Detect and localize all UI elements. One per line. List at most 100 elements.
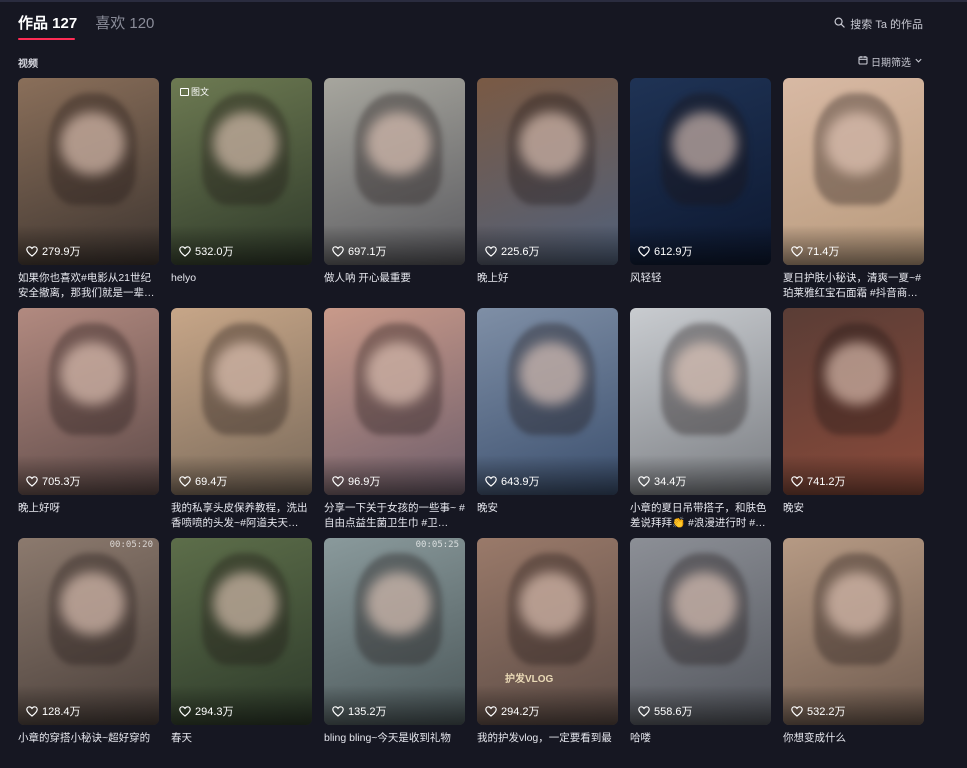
section-title: 视频 [18, 59, 38, 70]
video-card[interactable]: 225.6万晚上好 [477, 78, 618, 301]
video-thumbnail[interactable]: 图文 532.0万 [171, 78, 312, 265]
thumbnail-face [825, 341, 891, 406]
video-thumbnail[interactable]: 697.1万 [324, 78, 465, 265]
thumbnail-face [60, 341, 126, 406]
video-card[interactable]: 294.3万春天 [171, 538, 312, 761]
video-caption[interactable]: 如果你也喜欢#电影从21世纪安全撤离，那我们就是一辈… [18, 271, 159, 301]
video-thumbnail[interactable]: 643.9万 [477, 308, 618, 495]
video-card[interactable]: 532.2万你想变成什么 [783, 538, 924, 761]
video-caption[interactable]: 你想变成什么 [783, 731, 924, 761]
video-grid: 279.9万 如果你也喜欢#电影从21世纪安全撤离，那我们就是一辈… 图文 532.0… [18, 78, 924, 761]
video-caption[interactable]: 晚上好呀 [18, 501, 159, 531]
heart-icon [332, 245, 344, 257]
like-count: 643.9万 [485, 473, 540, 489]
video-card[interactable]: 00:05:20 128.4万小章的穿搭小秘诀~超好穿的 [18, 538, 159, 761]
video-card[interactable]: 279.9万如果你也喜欢#电影从21世纪安全撤离，那我们就是一辈… [18, 78, 159, 301]
video-caption[interactable]: 晚安 [477, 501, 618, 531]
video-caption[interactable]: bling bling~今天是收到礼物 [324, 731, 465, 761]
video-card[interactable]: 612.9万风轻轻 [630, 78, 771, 301]
like-count-value: 705.3万 [42, 476, 81, 488]
video-thumbnail[interactable]: 294.3万 [171, 538, 312, 725]
like-count-value: 294.2万 [501, 706, 540, 718]
like-count-value: 643.9万 [501, 476, 540, 488]
video-caption[interactable]: 夏日护肤小秘诀，清爽一夏~#珀莱雅红宝石面霜 #抖音商… [783, 271, 924, 301]
thumbnail-face [213, 571, 279, 636]
video-card[interactable]: 00:05:25 135.2万 bling bling~今天是收到礼物 [324, 538, 465, 761]
video-caption[interactable]: 分享一下关于女孩的一些事~ #自由点益生菌卫生巾 #卫… [324, 501, 465, 531]
like-count-value: 741.2万 [807, 476, 846, 488]
thumbnail-face [825, 111, 891, 176]
like-count: 294.3万 [179, 703, 234, 719]
video-card[interactable]: 96.9万分享一下关于女孩的一些事~ #自由点益生菌卫生巾 #卫… [324, 308, 465, 531]
video-card[interactable]: 71.4万夏日护肤小秘诀，清爽一夏~#珀莱雅红宝石面霜 #抖音商… [783, 78, 924, 301]
video-card[interactable]: 741.2万晚安 [783, 308, 924, 531]
like-count-value: 225.6万 [501, 246, 540, 258]
video-thumbnail[interactable]: 225.6万 [477, 78, 618, 265]
video-caption[interactable]: helyo [171, 271, 312, 301]
tab-works[interactable]: 作品 127 [18, 12, 77, 33]
search-works-button[interactable]: 搜索 Ta 的作品 [834, 16, 923, 32]
video-card[interactable]: 643.9万晚安 [477, 308, 618, 531]
thumbnail-face [519, 341, 585, 406]
like-count-value: 697.1万 [348, 246, 387, 258]
like-count: 69.4万 [179, 473, 227, 489]
video-thumbnail[interactable]: 558.6万 [630, 538, 771, 725]
image-icon [180, 87, 189, 96]
thumbnail-face [366, 571, 432, 636]
video-card[interactable]: 护发VLOG 294.2万我的护发vlog，一定要看到最 [477, 538, 618, 761]
thumbnail-face [672, 341, 738, 406]
like-count: 612.9万 [638, 243, 693, 259]
heart-icon [485, 475, 497, 487]
video-thumbnail[interactable]: 71.4万 [783, 78, 924, 265]
date-filter-dropdown[interactable]: 日期筛选 [858, 54, 923, 69]
video-card[interactable]: 705.3万晚上好呀 [18, 308, 159, 531]
heart-icon [638, 475, 650, 487]
search-icon [834, 17, 845, 31]
video-thumbnail[interactable]: 279.9万 [18, 78, 159, 265]
video-thumbnail[interactable]: 96.9万 [324, 308, 465, 495]
heart-icon [179, 245, 191, 257]
video-caption[interactable]: 小章的夏日吊带搭子，和肤色差说拜拜👏 #浪漫进行时 #… [630, 501, 771, 531]
video-thumbnail[interactable]: 00:05:25 135.2万 [324, 538, 465, 725]
video-thumbnail[interactable]: 00:05:20 128.4万 [18, 538, 159, 725]
video-caption[interactable]: 风轻轻 [630, 271, 771, 301]
video-caption[interactable]: 我的私享头皮保养教程，洗出香喷喷的头发~#阿道夫天… [171, 501, 312, 531]
like-count: 135.2万 [332, 703, 387, 719]
heart-icon [332, 475, 344, 487]
thumbnail-face [60, 571, 126, 636]
video-card[interactable]: 697.1万做人呐 开心最重要 [324, 78, 465, 301]
video-timestamp: 00:05:20 [109, 540, 153, 550]
thumbnail-face [366, 111, 432, 176]
video-caption[interactable]: 做人呐 开心最重要 [324, 271, 465, 301]
video-caption[interactable]: 春天 [171, 731, 312, 761]
video-card[interactable]: 558.6万哈喽 [630, 538, 771, 761]
heart-icon [791, 245, 803, 257]
video-card[interactable]: 图文 532.0万 helyo [171, 78, 312, 301]
like-count: 96.9万 [332, 473, 380, 489]
video-thumbnail[interactable]: 741.2万 [783, 308, 924, 495]
heart-icon [485, 705, 497, 717]
date-filter-label: 日期筛选 [871, 58, 911, 69]
heart-icon [485, 245, 497, 257]
video-card[interactable]: 34.4万小章的夏日吊带搭子，和肤色差说拜拜👏 #浪漫进行时 #… [630, 308, 771, 531]
image-post-badge: 图文 [180, 85, 209, 98]
video-thumbnail[interactable]: 69.4万 [171, 308, 312, 495]
video-caption[interactable]: 哈喽 [630, 731, 771, 761]
video-caption[interactable]: 晚安 [783, 501, 924, 531]
like-count-value: 135.2万 [348, 706, 387, 718]
video-thumbnail[interactable]: 705.3万 [18, 308, 159, 495]
heart-icon [332, 705, 344, 717]
video-caption[interactable]: 晚上好 [477, 271, 618, 301]
badge-label: 图文 [191, 87, 210, 97]
like-count: 741.2万 [791, 473, 846, 489]
tab-likes[interactable]: 喜欢 120 [95, 12, 154, 33]
like-count-value: 96.9万 [348, 476, 381, 488]
video-thumbnail[interactable]: 护发VLOG 294.2万 [477, 538, 618, 725]
video-thumbnail[interactable]: 532.2万 [783, 538, 924, 725]
like-count: 34.4万 [638, 473, 686, 489]
video-thumbnail[interactable]: 34.4万 [630, 308, 771, 495]
video-caption[interactable]: 我的护发vlog，一定要看到最 [477, 731, 618, 761]
video-thumbnail[interactable]: 612.9万 [630, 78, 771, 265]
video-card[interactable]: 69.4万我的私享头皮保养教程，洗出香喷喷的头发~#阿道夫天… [171, 308, 312, 531]
video-caption[interactable]: 小章的穿搭小秘诀~超好穿的 [18, 731, 159, 761]
